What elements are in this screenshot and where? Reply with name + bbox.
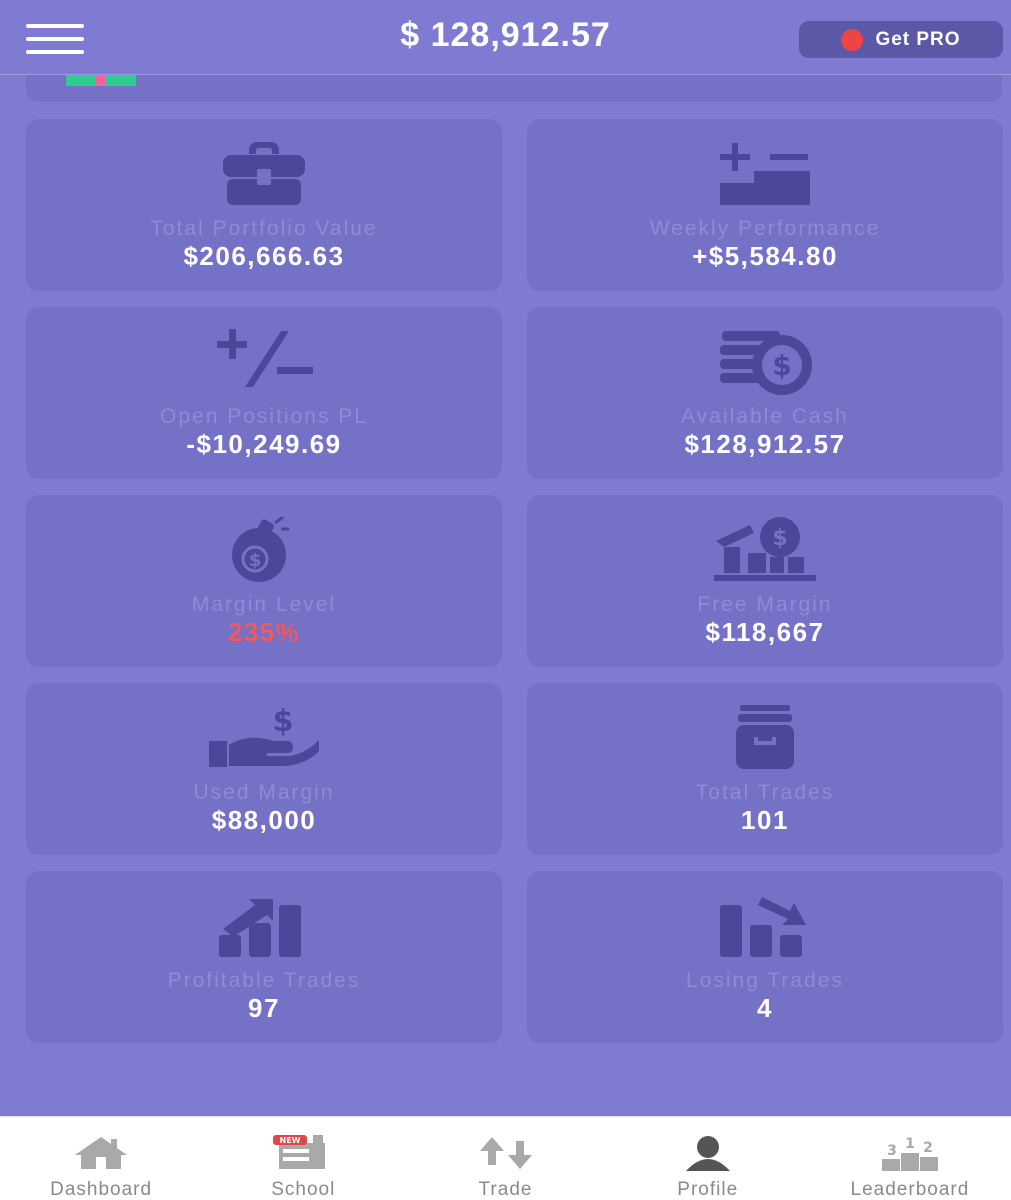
stat-card-total-portfolio-value[interactable]: Total Portfolio Value $206,666.63: [26, 119, 502, 291]
stat-card-weekly-performance[interactable]: Weekly Performance +$5,584.80: [527, 119, 1003, 291]
svg-text:$: $: [772, 526, 787, 551]
stat-card-profitable-trades[interactable]: Profitable Trades 97: [26, 871, 502, 1043]
svg-text:3: 3: [887, 1143, 897, 1159]
stat-value: $206,666.63: [183, 241, 345, 271]
nav-item-leaderboard[interactable]: 3 1 2 Leaderboard: [809, 1117, 1011, 1200]
stat-label: Weekly Performance: [649, 217, 881, 240]
new-badge: NEW: [280, 1136, 301, 1145]
stat-label: Available Cash: [681, 405, 849, 428]
nav-item-school[interactable]: NEW School: [202, 1117, 404, 1200]
get-pro-button[interactable]: Get PRO: [799, 21, 1003, 58]
stats-grid: Total Portfolio Value $206,666.63 Weekly…: [26, 119, 1003, 1043]
stat-label: Used Margin: [193, 781, 335, 804]
svg-text:$: $: [772, 349, 791, 382]
nav-label: Leaderboard: [850, 1179, 970, 1200]
chart-up-icon: [219, 899, 301, 957]
stat-label: Margin Level: [191, 593, 337, 616]
stat-card-available-cash[interactable]: $ Available Cash $128,912.57: [527, 307, 1003, 479]
archive-box-icon: [736, 705, 794, 769]
chart-down-icon: [720, 897, 806, 957]
red-dot-icon: [841, 28, 864, 51]
plus-minus-bars-icon: [720, 143, 810, 205]
nav-item-profile[interactable]: Profile: [607, 1117, 809, 1200]
podium-icon: 3 1 2: [881, 1136, 938, 1171]
stat-value: 4: [757, 993, 773, 1023]
hand-dollar-icon: $: [209, 705, 319, 767]
stat-label: Open Positions PL: [160, 405, 368, 428]
svg-text:$: $: [273, 705, 294, 739]
stat-value: -$10,249.69: [186, 429, 342, 459]
stat-card-free-margin[interactable]: $ Free Margin $118,667: [527, 495, 1003, 667]
stat-label: Profitable Trades: [167, 969, 361, 992]
stat-label: Free Margin: [697, 593, 833, 616]
svg-text:2: 2: [923, 1140, 933, 1156]
briefcase-icon: [223, 142, 305, 205]
stat-value: 101: [741, 805, 789, 835]
stat-card-total-trades[interactable]: Total Trades 101: [527, 683, 1003, 855]
svg-text:$: $: [249, 550, 262, 571]
stat-label: Total Portfolio Value: [150, 217, 378, 240]
plus-slash-minus-icon: [217, 329, 313, 387]
stat-value: $88,000: [211, 805, 317, 835]
school-new-icon: NEW: [273, 1135, 326, 1169]
stat-value: 235%: [227, 617, 301, 647]
stat-card-used-margin[interactable]: $ Used Margin $88,000: [26, 683, 502, 855]
nav-label: Trade: [478, 1179, 533, 1200]
home-icon: [75, 1137, 128, 1169]
swap-arrows-icon: [479, 1137, 532, 1169]
stat-value: +$5,584.80: [692, 241, 838, 271]
app-header: $ 128,912.57 Get PRO: [0, 0, 1011, 75]
stat-card-margin-level[interactable]: $ Margin Level 235%: [26, 495, 502, 667]
nav-label: School: [271, 1179, 336, 1200]
money-bomb-icon: $: [232, 517, 289, 582]
nav-item-trade[interactable]: Trade: [404, 1117, 606, 1200]
stat-label: Losing Trades: [686, 969, 844, 992]
stat-card-losing-trades[interactable]: Losing Trades 4: [527, 871, 1003, 1043]
dollar-podium-icon: $: [714, 517, 816, 581]
stat-label: Total Trades: [695, 781, 835, 804]
stat-value: 97: [248, 993, 280, 1023]
nav-label: Dashboard: [50, 1179, 153, 1200]
nav-label: Profile: [677, 1179, 739, 1200]
stat-card-open-positions-pl[interactable]: Open Positions PL -$10,249.69: [26, 307, 502, 479]
svg-text:1: 1: [905, 1136, 915, 1152]
user-icon: [685, 1136, 730, 1171]
stat-value: $118,667: [705, 617, 825, 647]
nav-item-dashboard[interactable]: Dashboard: [0, 1117, 202, 1200]
coins-stack-icon: $: [720, 331, 812, 395]
bottom-nav: Dashboard NEW School Trade Profile 3 1 2: [0, 1116, 1011, 1200]
get-pro-label: Get PRO: [875, 28, 961, 50]
stat-value: $128,912.57: [684, 429, 846, 459]
